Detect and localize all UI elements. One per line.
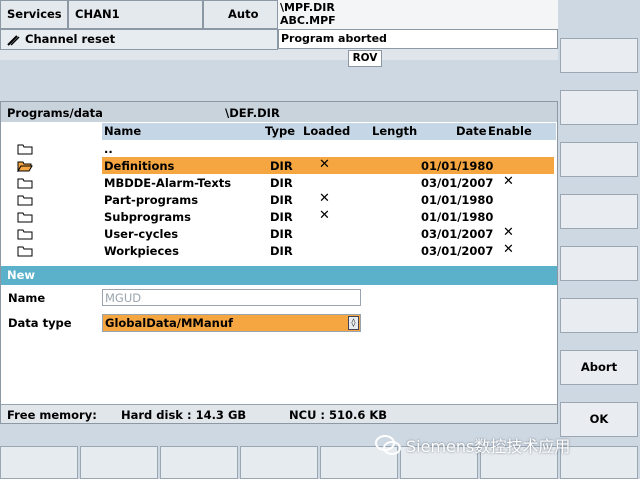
channel-status-bar: Channel reset: [0, 29, 278, 50]
channel-label: CHAN1: [68, 0, 203, 29]
loaded-mark: ✕: [319, 191, 330, 206]
reset-pen-icon: [7, 35, 20, 46]
file-name: Subprograms: [104, 210, 191, 224]
col-name[interactable]: Name: [104, 124, 141, 138]
toggle-icon[interactable]: ◊: [348, 316, 359, 330]
file-row[interactable]: Part-programs DIR ✕ 01/01/1980: [1, 191, 557, 208]
area-label: Services: [0, 0, 68, 29]
horizontal-softkey-1[interactable]: [0, 446, 78, 479]
program-path: \MPF.DIR: [280, 1, 335, 14]
column-header: Name Type Loaded Length Date Enable: [102, 123, 556, 140]
file-type: DIR: [270, 159, 293, 173]
file-name: User-cycles: [104, 227, 179, 241]
col-enable[interactable]: Enable: [488, 124, 532, 138]
data-type-value: GlobalData/MManuf: [105, 316, 234, 330]
program-manager-window: Programs/data \DEF.DIR Name Type Loaded …: [0, 101, 558, 424]
file-row-selected[interactable]: Definitions DIR ✕ 01/01/1980: [1, 157, 557, 174]
enable-mark: ✕: [503, 174, 514, 189]
vertical-softkey-6[interactable]: [560, 298, 638, 333]
enable-mark: ✕: [503, 242, 514, 257]
watermark: Siemens数控技术应用: [374, 432, 624, 458]
channel-status-text: Channel reset: [25, 32, 116, 46]
vertical-softkey-3[interactable]: [560, 142, 638, 177]
folder-icon: [17, 144, 33, 155]
mode-label: Auto: [203, 0, 278, 29]
data-type-label: Data type: [8, 316, 72, 330]
folder-icon: [17, 178, 33, 189]
file-type: DIR: [270, 227, 293, 241]
horizontal-softkey-2[interactable]: [80, 446, 158, 479]
rov-indicator: ROV: [348, 50, 382, 67]
file-type: DIR: [270, 176, 293, 190]
file-date: 01/01/1980: [421, 193, 494, 207]
col-date[interactable]: Date: [456, 124, 487, 138]
col-loaded[interactable]: Loaded: [303, 124, 350, 138]
loaded-mark: ✕: [319, 208, 330, 223]
vertical-softkey-4[interactable]: [560, 194, 638, 229]
file-date: 03/01/2007: [421, 244, 494, 258]
name-label: Name: [8, 291, 46, 305]
file-row[interactable]: Workpieces DIR 03/01/2007 ✕: [1, 242, 557, 259]
name-input[interactable]: MGUD: [102, 289, 361, 306]
file-row[interactable]: ..: [1, 140, 557, 157]
file-name: ..: [104, 142, 113, 156]
data-type-select[interactable]: GlobalData/MManuf ◊: [102, 314, 361, 332]
new-dialog-title: New: [1, 266, 557, 285]
file-date: 01/01/1980: [421, 159, 494, 173]
file-name: MBDDE-Alarm-Texts: [104, 176, 232, 190]
folder-open-icon: [17, 161, 33, 172]
folder-icon: [17, 195, 33, 206]
file-row[interactable]: MBDDE-Alarm-Texts DIR 03/01/2007 ✕: [1, 174, 557, 191]
free-memory-label: Free memory:: [7, 408, 97, 422]
window-title-bar: Programs/data \DEF.DIR: [1, 102, 557, 122]
file-name: Part-programs: [104, 193, 199, 207]
abort-button[interactable]: Abort: [560, 350, 638, 385]
horizontal-softkey-4[interactable]: [240, 446, 318, 479]
enable-mark: ✕: [503, 225, 514, 240]
file-name: Workpieces: [104, 244, 179, 258]
current-directory: \DEF.DIR: [225, 106, 280, 120]
file-date: 03/01/2007: [421, 227, 494, 241]
folder-icon: [17, 246, 33, 257]
watermark-text: Siemens数控技术应用: [406, 437, 571, 456]
file-date: 03/01/2007: [421, 176, 494, 190]
file-row[interactable]: Subprograms DIR ✕ 01/01/1980: [1, 208, 557, 225]
file-type: DIR: [270, 244, 293, 258]
ncu-free: NCU : 510.6 KB: [289, 408, 388, 422]
file-row[interactable]: User-cycles DIR 03/01/2007 ✕: [1, 225, 557, 242]
file-name: Definitions: [104, 159, 175, 173]
file-date: 01/01/1980: [421, 210, 494, 224]
file-type: DIR: [270, 210, 293, 224]
window-title: Programs/data: [7, 106, 103, 120]
hard-disk-free: Hard disk : 14.3 GB: [121, 408, 247, 422]
vertical-softkey-2[interactable]: [560, 90, 638, 125]
file-type: DIR: [270, 193, 293, 207]
program-name: ABC.MPF: [280, 14, 336, 27]
horizontal-softkey-3[interactable]: [160, 446, 238, 479]
program-status: Program aborted: [278, 29, 558, 49]
vertical-softkey-1[interactable]: [560, 38, 638, 73]
loaded-mark: ✕: [319, 157, 330, 172]
wechat-icon: [375, 435, 401, 455]
col-length[interactable]: Length: [372, 124, 417, 138]
folder-icon: [17, 229, 33, 240]
folder-icon: [17, 212, 33, 223]
vertical-softkey-5[interactable]: [560, 246, 638, 281]
col-type[interactable]: Type: [265, 124, 295, 138]
memory-footer: Free memory: Hard disk : 14.3 GB NCU : 5…: [1, 404, 557, 423]
